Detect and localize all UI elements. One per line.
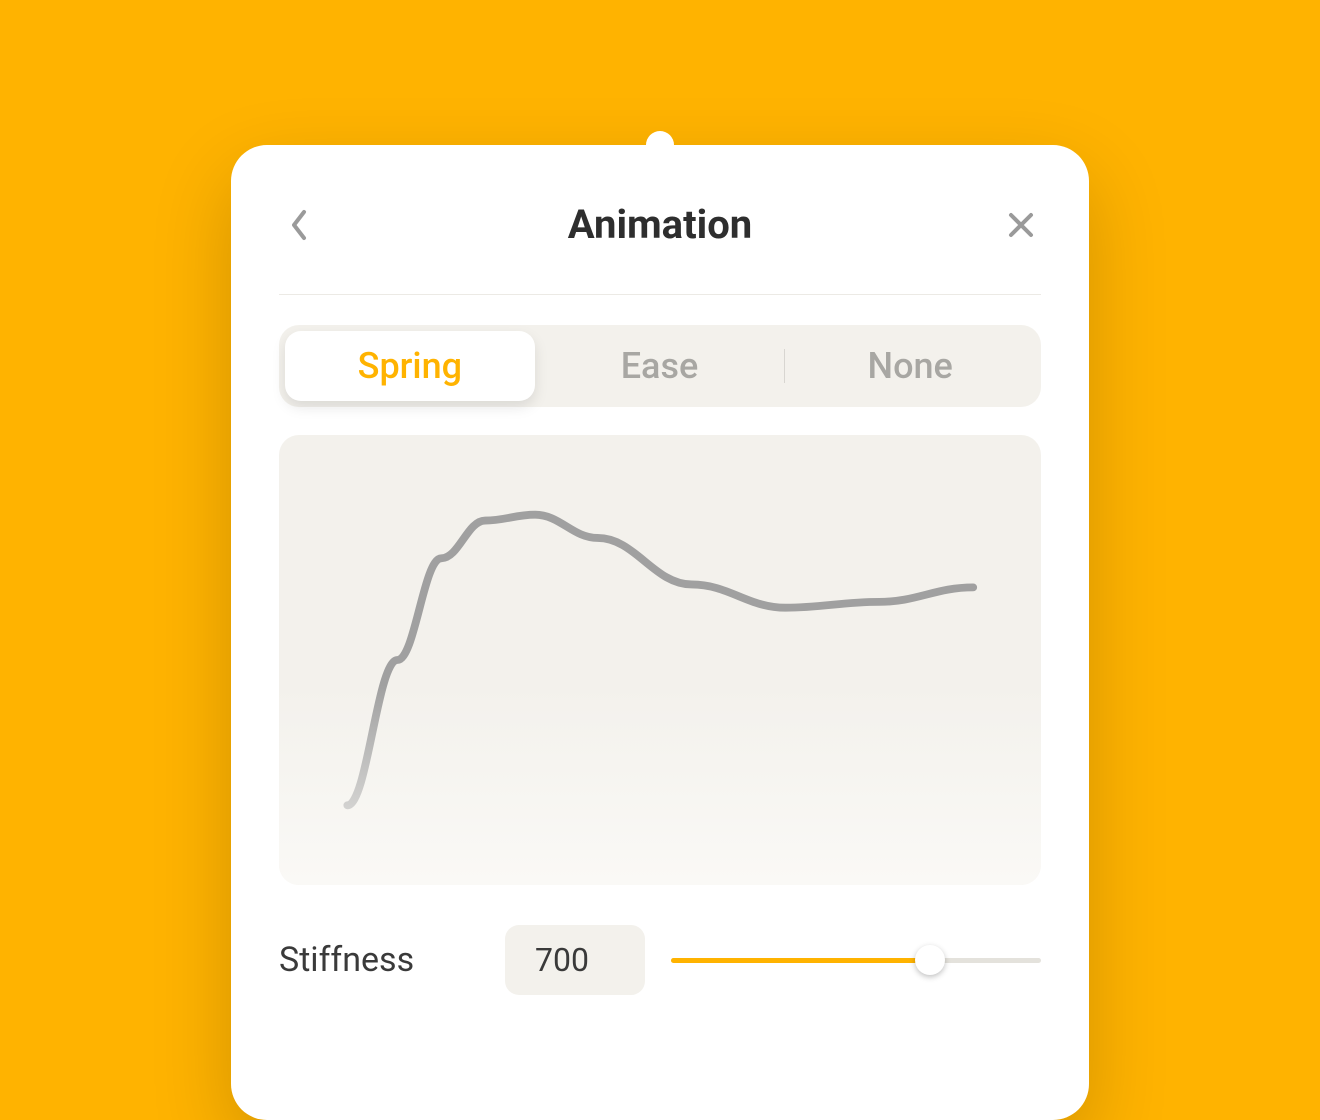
tab-ease[interactable]: Ease (535, 331, 785, 401)
panel-header: Animation (279, 201, 1041, 295)
stiffness-slider[interactable] (671, 940, 1041, 980)
tab-spring[interactable]: Spring (285, 331, 535, 401)
close-icon (1007, 211, 1035, 239)
slider-track-fill (671, 958, 930, 963)
spring-curve-icon (325, 480, 996, 840)
close-button[interactable] (1001, 205, 1041, 245)
stiffness-label: Stiffness (279, 940, 479, 980)
chevron-left-icon (288, 208, 310, 242)
panel-title: Animation (319, 201, 1001, 248)
slider-thumb[interactable] (915, 945, 945, 975)
animation-type-tabs: Spring Ease None (279, 325, 1041, 407)
tab-none[interactable]: None (785, 331, 1035, 401)
stiffness-row: Stiffness 700 (279, 925, 1041, 995)
stiffness-value[interactable]: 700 (505, 925, 645, 995)
animation-panel: Animation Spring Ease None Stiffness 700 (231, 145, 1089, 1120)
back-button[interactable] (279, 205, 319, 245)
animation-curve-preview (279, 435, 1041, 885)
